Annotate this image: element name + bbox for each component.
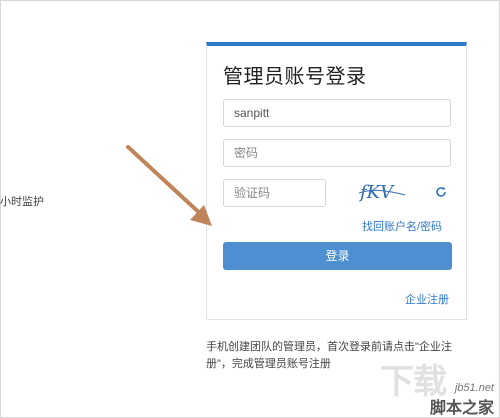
- watermark-name: 脚本之家: [429, 400, 494, 417]
- refresh-icon[interactable]: [435, 186, 447, 198]
- watermark-site: jb51.net: [454, 382, 494, 394]
- enterprise-register-link[interactable]: 企业注册: [405, 291, 449, 307]
- left-partial-text: 小时监护: [0, 196, 44, 208]
- username-input[interactable]: sanpitt: [223, 99, 451, 127]
- forgot-account-link[interactable]: 找回账户名/密码: [362, 218, 442, 234]
- password-input[interactable]: 密码: [223, 139, 451, 167]
- captcha-input[interactable]: 验证码: [223, 179, 326, 207]
- captcha-text: fKV: [358, 182, 395, 203]
- login-button[interactable]: 登录: [223, 242, 452, 270]
- login-title: 管理员账号登录: [223, 66, 367, 88]
- watermark-logo: 下载 jb51.net 脚本之家: [374, 354, 494, 417]
- login-card: 管理员账号登录 sanpitt 密码 验证码 fKV 找回账户名/密码 登录 企…: [206, 42, 467, 320]
- captcha-image[interactable]: fKV: [357, 177, 409, 207]
